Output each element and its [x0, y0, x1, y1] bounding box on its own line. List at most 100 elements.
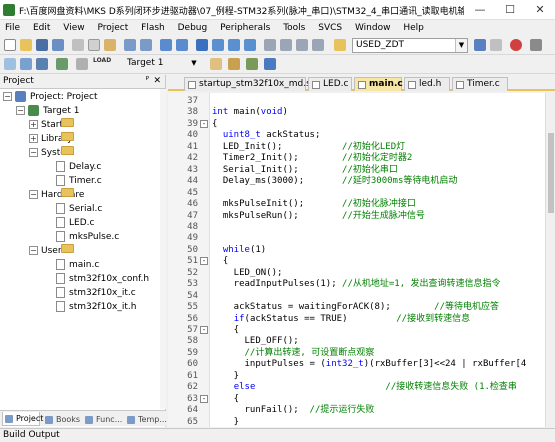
- comment-icon[interactable]: [296, 39, 308, 51]
- build-icon[interactable]: [20, 58, 32, 70]
- menu-svcs[interactable]: SVCS: [313, 20, 347, 36]
- menu-view[interactable]: View: [58, 20, 89, 36]
- code-line[interactable]: while(1): [212, 244, 266, 256]
- code-editor[interactable]: 37 38 39-40 41 42 43 44 45 46 47 48 49 50 51-52 53 54 55…: [168, 93, 555, 427]
- menu-tools[interactable]: Tools: [278, 20, 310, 36]
- code-line[interactable]: }: [212, 370, 239, 382]
- tab-books[interactable]: Books: [42, 412, 80, 426]
- code-line[interactable]: if(ackStatus == TRUE) //接收到转速信息: [212, 313, 470, 325]
- tab-functions[interactable]: Func...: [82, 412, 122, 426]
- find-icon[interactable]: [474, 39, 486, 51]
- maximize-button[interactable]: ☐: [495, 0, 525, 20]
- stop-build-icon[interactable]: [76, 58, 88, 70]
- tree-file[interactable]: main.c: [56, 258, 99, 272]
- tree-root[interactable]: − Project: Project: [3, 90, 97, 104]
- tab-main-c[interactable]: main.c: [354, 77, 403, 91]
- clear-bookmarks-icon[interactable]: [244, 39, 256, 51]
- fold-toggle-icon[interactable]: -: [200, 326, 208, 334]
- open-folder-icon[interactable]: [20, 39, 32, 51]
- code-line[interactable]: ackStatus = waitingForACK(8); //等待电机应答: [212, 301, 499, 313]
- cut-icon[interactable]: [72, 39, 84, 51]
- close-panel-icon[interactable]: ✕: [153, 75, 161, 88]
- menu-edit[interactable]: Edit: [28, 20, 55, 36]
- manage-run-time-icon[interactable]: [246, 58, 258, 70]
- paste-icon[interactable]: [104, 39, 116, 51]
- editor-scrollbar[interactable]: [545, 93, 555, 427]
- options-for-target-icon[interactable]: [210, 58, 222, 70]
- menu-help[interactable]: Help: [398, 20, 429, 36]
- tree-file[interactable]: Serial.c: [56, 202, 102, 216]
- tree-file[interactable]: LED.c: [56, 216, 94, 230]
- forward-icon[interactable]: [176, 39, 188, 51]
- tree-file[interactable]: stm32f10x_conf.h: [56, 272, 149, 286]
- back-icon[interactable]: [160, 39, 172, 51]
- menu-flash[interactable]: Flash: [136, 20, 170, 36]
- code-area[interactable]: int main(void){ uint8_t ackStatus; LED_I…: [212, 93, 545, 427]
- tab-project[interactable]: Project: [2, 412, 43, 426]
- code-line[interactable]: Delay_ms(3000); //延时3000ms等待电机启动: [212, 175, 458, 187]
- code-line[interactable]: LED_ON();: [212, 267, 283, 279]
- indent-icon[interactable]: [264, 39, 276, 51]
- code-line[interactable]: mksPulseInit(); //初始化脉冲接口: [212, 198, 416, 210]
- tree-target[interactable]: − Target 1: [16, 104, 79, 118]
- save-all-icon[interactable]: [52, 39, 64, 51]
- menu-project[interactable]: Project: [92, 20, 133, 36]
- translate-icon[interactable]: [4, 58, 16, 70]
- settings-icon[interactable]: [530, 39, 542, 51]
- scrollbar-thumb[interactable]: [548, 133, 554, 213]
- code-line[interactable]: //计算出转速, 可设置断点观察: [212, 347, 375, 359]
- close-button[interactable]: ✕: [525, 0, 555, 20]
- redo-icon[interactable]: [140, 39, 152, 51]
- chevron-down-icon[interactable]: ▼: [455, 39, 467, 52]
- tab-led-h[interactable]: led.h: [404, 77, 450, 91]
- tab-led-c[interactable]: LED.c: [308, 77, 352, 91]
- code-line[interactable]: readInputPulses(1); //从机地址=1, 发出查询转速信息指令: [212, 278, 501, 290]
- tree-file[interactable]: Delay.c: [56, 160, 101, 174]
- code-line[interactable]: Timer2_Init(); //初始化定时器2: [212, 152, 412, 164]
- menu-window[interactable]: Window: [350, 20, 396, 36]
- code-line[interactable]: {: [212, 255, 228, 267]
- file-extensions-icon[interactable]: [228, 58, 240, 70]
- code-line[interactable]: Serial_Init(); //初始化串口: [212, 164, 398, 176]
- collapse-icon[interactable]: −: [16, 106, 25, 115]
- collapse-icon[interactable]: −: [3, 92, 12, 101]
- tree-group-start[interactable]: + Start: [29, 118, 74, 132]
- minimize-button[interactable]: —: [465, 0, 495, 20]
- target-combo[interactable]: Target 1 ▼: [124, 57, 200, 72]
- pin-icon[interactable]: ᴾ: [146, 75, 149, 88]
- project-scrollbar[interactable]: [160, 89, 166, 409]
- uncomment-icon[interactable]: [312, 39, 324, 51]
- code-line[interactable]: else //接收转速信息失败 (1.检查串: [212, 381, 517, 393]
- bookmark-icon[interactable]: [196, 39, 208, 51]
- menu-peripherals[interactable]: Peripherals: [215, 20, 275, 36]
- chevron-down-icon[interactable]: ▼: [188, 57, 200, 70]
- fold-toggle-icon[interactable]: -: [200, 257, 208, 266]
- code-line[interactable]: uint8_t ackStatus;: [212, 129, 321, 141]
- rebuild-icon[interactable]: [36, 58, 48, 70]
- tab-startup-file[interactable]: startup_stm32f10x_md.s: [184, 77, 311, 91]
- tree-group-library[interactable]: + Library: [29, 132, 74, 146]
- tree-group-system[interactable]: − System: [29, 146, 75, 160]
- tree-group-hardware[interactable]: −Hardware: [29, 188, 84, 202]
- tree-file[interactable]: mksPulse.c: [56, 230, 119, 244]
- prev-bookmark-icon[interactable]: [212, 39, 224, 51]
- next-bookmark-icon[interactable]: [228, 39, 240, 51]
- code-line[interactable]: runFail(); //提示运行失败: [212, 404, 375, 416]
- fold-toggle-icon[interactable]: -: [200, 394, 208, 403]
- code-line[interactable]: int main(void): [212, 106, 288, 118]
- tab-templates[interactable]: Temp...: [124, 412, 167, 426]
- find-combo[interactable]: USED_ZDT ▼: [352, 38, 468, 53]
- incremental-find-icon[interactable]: [490, 39, 502, 51]
- menu-file[interactable]: File: [0, 20, 25, 36]
- collapse-icon[interactable]: −: [29, 148, 38, 157]
- copy-icon[interactable]: [88, 39, 100, 51]
- tree-file[interactable]: Timer.c: [56, 174, 102, 188]
- undo-icon[interactable]: [124, 39, 136, 51]
- select-packs-icon[interactable]: [264, 58, 276, 70]
- find-in-files-icon[interactable]: [334, 39, 346, 51]
- code-line[interactable]: {: [212, 393, 239, 405]
- code-line[interactable]: mksPulseRun(); //开始生成脉冲信号: [212, 210, 425, 222]
- expand-icon[interactable]: +: [29, 120, 38, 129]
- code-line[interactable]: {: [212, 324, 239, 336]
- expand-icon[interactable]: +: [29, 134, 38, 143]
